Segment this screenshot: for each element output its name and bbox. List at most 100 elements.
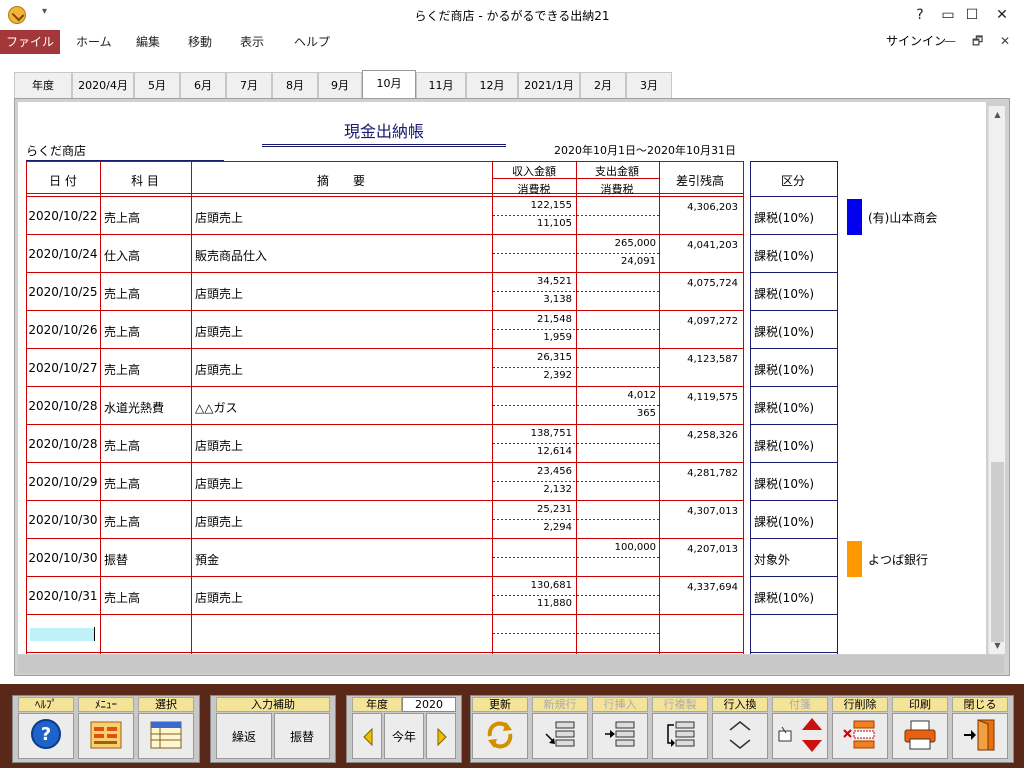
transfer-button-label: 振替 [289,730,314,744]
row-account: 仕入高 [104,249,141,263]
row-description: 店頭売上 [195,477,244,491]
update-button[interactable]: 更新 [472,697,528,761]
row-income-tax: 1,959 [543,332,572,343]
tab-10[interactable]: 10月 [362,70,416,98]
row-account: 振替 [104,553,129,567]
swap-row-button[interactable]: 行入換 [712,697,768,761]
scroll-down-arrow-icon[interactable]: ▼ [989,637,1006,654]
delete-row-button[interactable]: 行削除 [832,697,888,761]
new-row-button[interactable]: 新規行 [532,697,588,761]
insert-row-button[interactable]: 行挿入 [592,697,648,761]
tab-5[interactable]: 5月 [134,72,180,98]
row-balance: 4,041,203 [687,240,738,251]
restore-ribbon-icon[interactable]: ▭ [936,4,960,26]
prev-year-button[interactable] [352,713,382,759]
insert-row-icon [605,721,635,747]
menu-list-icon [90,721,122,749]
transfer-button[interactable]: 振替 [274,713,330,759]
row-date: 2020/10/25 [28,285,98,299]
help-icon[interactable]: ? [908,4,932,26]
tab-2021-1[interactable]: 2021/1月 [518,72,580,98]
exit-door-icon [964,719,995,751]
header-expense-tax: 消費税 [600,183,634,196]
copy-row-icon [667,721,695,747]
help-button[interactable]: ﾍﾙﾌﾟ ? [18,697,74,761]
row-balance: 4,306,203 [687,202,738,213]
ledger-title: 現金出納帳 [262,118,506,147]
row-account: 売上高 [104,211,141,225]
row-income: 138,751 [530,428,572,439]
menu-edit[interactable]: 編集 [136,30,160,54]
vertical-scrollbar[interactable]: ▲ ▼ [988,106,1005,654]
row-description: 店頭売上 [195,591,244,605]
row-date: 2020/10/28 [28,399,98,413]
tab-year[interactable]: 年度 [14,72,72,98]
tab-3[interactable]: 3月 [626,72,672,98]
close-button-label: 閉じる [952,697,1008,712]
menu-file[interactable]: ファイル [0,30,60,54]
tag-button-label: 付箋 [772,697,828,712]
text-cursor [94,627,95,641]
tab-12[interactable]: 12月 [466,72,518,98]
this-year-button-label: 今年 [391,730,416,744]
horizontal-bar [18,655,1004,673]
shop-name: らくだ商店 [26,142,224,161]
partner-color-tag[interactable] [847,541,862,577]
row-description: 店頭売上 [195,211,244,225]
tab-8[interactable]: 8月 [272,72,318,98]
doc-close-icon[interactable]: ✕ [1000,30,1010,52]
year-value-field[interactable]: 2020 [402,697,456,712]
row-income-tax: 11,880 [537,598,572,609]
update-button-label: 更新 [472,697,528,712]
next-year-button[interactable] [426,713,456,759]
menu-button-label: ﾒﾆｭｰ [78,697,134,712]
tab-2020-4[interactable]: 2020/4月 [72,72,134,98]
doc-restore-icon[interactable]: 🗗 [972,30,983,52]
print-button[interactable]: 印刷 [892,697,948,761]
row-account: 売上高 [104,287,141,301]
menu-button[interactable]: ﾒﾆｭｰ [78,697,134,761]
print-button-label: 印刷 [892,697,948,712]
row-expense: 265,000 [614,238,656,249]
tab-2[interactable]: 2月 [580,72,626,98]
row-date: 2020/10/28 [28,437,98,451]
menu-home[interactable]: ホーム [76,30,112,54]
select-button[interactable]: 選択 [138,697,194,761]
copy-row-button[interactable]: 行複製 [652,697,708,761]
row-description: 店頭売上 [195,325,244,339]
doc-minimize-icon[interactable]: — [944,30,956,52]
menu-help[interactable]: ヘルプ [294,30,330,54]
printer-icon [904,720,936,750]
partner-color-tag[interactable] [847,199,862,235]
tab-11[interactable]: 11月 [416,72,466,98]
row-balance: 4,075,724 [687,278,738,289]
row-category: 課税(10%) [754,363,815,377]
header-income: 収入金額 [512,165,556,178]
ledger-period: 2020年10月1日～2020年10月31日 [554,144,736,157]
maximize-window-icon[interactable]: ☐ [960,4,984,26]
new-row-date-input[interactable] [30,628,94,641]
menu-view[interactable]: 表示 [240,30,264,54]
repeat-button[interactable]: 繰返 [216,713,272,759]
tag-button[interactable]: 付箋 [772,697,828,761]
row-balance: 4,207,013 [687,544,738,555]
row-category: 課税(10%) [754,325,815,339]
header-category: 区分 [780,174,805,188]
scroll-up-arrow-icon[interactable]: ▲ [989,106,1006,123]
delete-row-button-label: 行削除 [832,697,888,712]
menu-move[interactable]: 移動 [188,30,212,54]
header-expense: 支出金額 [595,165,639,178]
row-description: 店頭売上 [195,439,244,453]
row-expense-tax: 365 [636,408,656,419]
insert-row-button-label: 行挿入 [592,697,648,712]
close-window-icon[interactable]: ✕ [990,4,1014,26]
tab-6[interactable]: 6月 [180,72,226,98]
signin-link[interactable]: サインイン [886,30,946,52]
tab-7[interactable]: 7月 [226,72,272,98]
scroll-thumb[interactable] [991,462,1004,642]
row-income: 122,155 [530,200,572,211]
refresh-icon [487,721,513,749]
this-year-button[interactable]: 今年 [384,713,424,759]
close-button[interactable]: 閉じる [952,697,1008,761]
tab-9[interactable]: 9月 [318,72,362,98]
